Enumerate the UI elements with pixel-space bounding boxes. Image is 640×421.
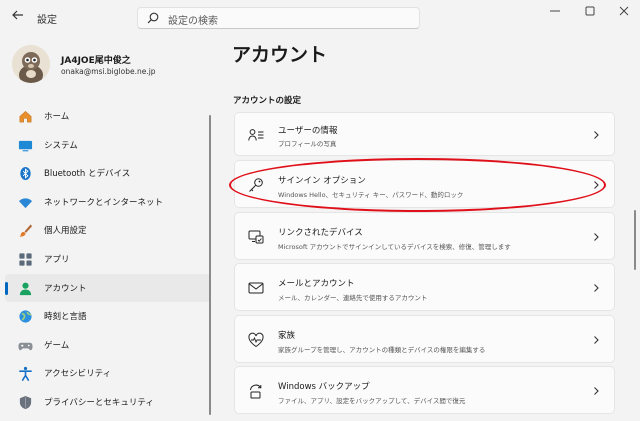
card-desc: メール、カレンダー、連絡先で使用するアカウント bbox=[278, 294, 428, 302]
card-user-info[interactable]: ユーザーの情報 プロフィールの写真 bbox=[234, 112, 615, 156]
brush-icon bbox=[19, 224, 33, 237]
card-title: メールとアカウント bbox=[278, 279, 355, 289]
accessibility-icon bbox=[19, 367, 32, 382]
sidebar-item-apps[interactable]: アプリ bbox=[5, 245, 211, 274]
sidebar-item-label: システム bbox=[44, 140, 78, 151]
family-heart-icon bbox=[248, 332, 264, 348]
sidebar-item-gaming[interactable]: ゲーム bbox=[5, 331, 211, 360]
sidebar-item-personalization[interactable]: 個人用設定 bbox=[5, 216, 211, 245]
sidebar-item-time-language[interactable]: 時刻と言語 bbox=[5, 302, 211, 331]
sidebar-nav: ホーム システム Bluetooth とデバイス ネットワークとインターネット … bbox=[5, 102, 211, 417]
sidebar-item-label: ネットワークとインターネット bbox=[44, 197, 164, 208]
linked-devices-icon bbox=[248, 230, 264, 244]
home-icon bbox=[19, 110, 32, 123]
search-input[interactable]: 設定の検索 bbox=[137, 7, 420, 29]
system-icon bbox=[18, 140, 33, 151]
card-sign-in-options[interactable]: サインイン オプション Windows Hello、セキュリティ キー、パスワー… bbox=[234, 160, 615, 208]
sidebar-scrollbar[interactable] bbox=[209, 115, 211, 415]
card-linked-devices[interactable]: リンクされたデバイス Microsoft アカウントでサインインしているデバイス… bbox=[234, 212, 615, 260]
sidebar-item-system[interactable]: システム bbox=[5, 131, 211, 160]
card-desc: Windows Hello、セキュリティ キー、パスワード、動的ロック bbox=[278, 191, 464, 199]
sidebar-item-label: アプリ bbox=[44, 254, 70, 265]
sidebar-item-home[interactable]: ホーム bbox=[5, 102, 211, 131]
card-desc: ファイル、アプリ、設定をバックアップして、デバイス間で復元 bbox=[278, 397, 466, 405]
chevron-right-icon bbox=[594, 131, 599, 139]
close-icon[interactable] bbox=[617, 5, 631, 19]
gamepad-icon bbox=[18, 342, 33, 350]
search-placeholder: 設定の検索 bbox=[168, 16, 218, 27]
sidebar-item-label: アクセシビリティ bbox=[44, 369, 112, 380]
globe-icon bbox=[19, 310, 32, 323]
sidebar-item-network[interactable]: ネットワークとインターネット bbox=[5, 188, 211, 217]
main-scrollbar[interactable] bbox=[634, 210, 636, 270]
card-title: リンクされたデバイス bbox=[278, 228, 363, 238]
card-title: サインイン オプション bbox=[278, 176, 366, 186]
apps-icon bbox=[19, 253, 32, 266]
page-title: アカウント bbox=[232, 44, 328, 66]
card-title: ユーザーの情報 bbox=[278, 126, 338, 136]
card-desc: Microsoft アカウントでサインインしているデバイスを検索、修復、管理しま… bbox=[278, 243, 511, 251]
card-family[interactable]: 家族 家族グループを管理し、アカウントの種類とデバイスの権限を編集する bbox=[234, 315, 615, 363]
back-arrow-icon[interactable] bbox=[8, 8, 28, 28]
sidebar-item-privacy[interactable]: プライバシーとセキュリティ bbox=[5, 388, 211, 417]
chevron-right-icon bbox=[594, 181, 599, 189]
chevron-right-icon bbox=[594, 336, 599, 344]
card-title: Windows バックアップ bbox=[278, 382, 370, 392]
sidebar-item-label: Bluetooth とデバイス bbox=[44, 169, 131, 180]
minimize-icon[interactable] bbox=[548, 5, 562, 19]
account-icon bbox=[19, 282, 32, 295]
active-indicator bbox=[5, 281, 8, 295]
chevron-right-icon bbox=[594, 284, 599, 292]
title-bar: 設定 設定の検索 bbox=[0, 0, 640, 36]
sidebar-item-label: アカウント bbox=[44, 283, 87, 294]
chevron-right-icon bbox=[594, 233, 599, 241]
maximize-icon[interactable] bbox=[583, 5, 597, 19]
user-email: onaka@msi.biglobe.ne.jp bbox=[61, 67, 156, 76]
sidebar-item-accessibility[interactable]: アクセシビリティ bbox=[5, 359, 211, 388]
sidebar-item-label: 個人用設定 bbox=[44, 226, 87, 237]
shield-icon bbox=[19, 395, 32, 409]
avatar[interactable] bbox=[12, 45, 50, 83]
wifi-icon bbox=[18, 198, 33, 208]
sidebar-item-accounts[interactable]: アカウント bbox=[5, 273, 211, 303]
key-icon bbox=[249, 178, 263, 192]
chevron-right-icon bbox=[594, 387, 599, 395]
app-title: 設定 bbox=[37, 15, 57, 26]
sidebar-item-label: ゲーム bbox=[44, 340, 70, 351]
sidebar-item-label: プライバシーとセキュリティ bbox=[44, 397, 154, 408]
search-icon bbox=[147, 12, 159, 24]
user-name: JA4JOE尾中俊之 bbox=[61, 56, 131, 66]
backup-icon bbox=[250, 384, 262, 399]
user-info-icon bbox=[248, 129, 264, 141]
card-desc: プロフィールの写真 bbox=[278, 140, 337, 148]
card-title: 家族 bbox=[278, 331, 296, 341]
mail-icon bbox=[248, 282, 264, 294]
bluetooth-icon bbox=[20, 167, 31, 181]
sidebar-item-bluetooth[interactable]: Bluetooth とデバイス bbox=[5, 159, 211, 188]
card-email-accounts[interactable]: メールとアカウント メール、カレンダー、連絡先で使用するアカウント bbox=[234, 263, 615, 311]
sidebar-item-label: ホーム bbox=[44, 112, 70, 122]
sidebar-item-label: 時刻と言語 bbox=[44, 312, 87, 323]
card-windows-backup[interactable]: Windows バックアップ ファイル、アプリ、設定をバックアップして、デバイス… bbox=[234, 366, 615, 414]
card-desc: 家族グループを管理し、アカウントの種類とデバイスの権限を編集する bbox=[278, 346, 486, 354]
section-title: アカウントの設定 bbox=[233, 96, 302, 106]
